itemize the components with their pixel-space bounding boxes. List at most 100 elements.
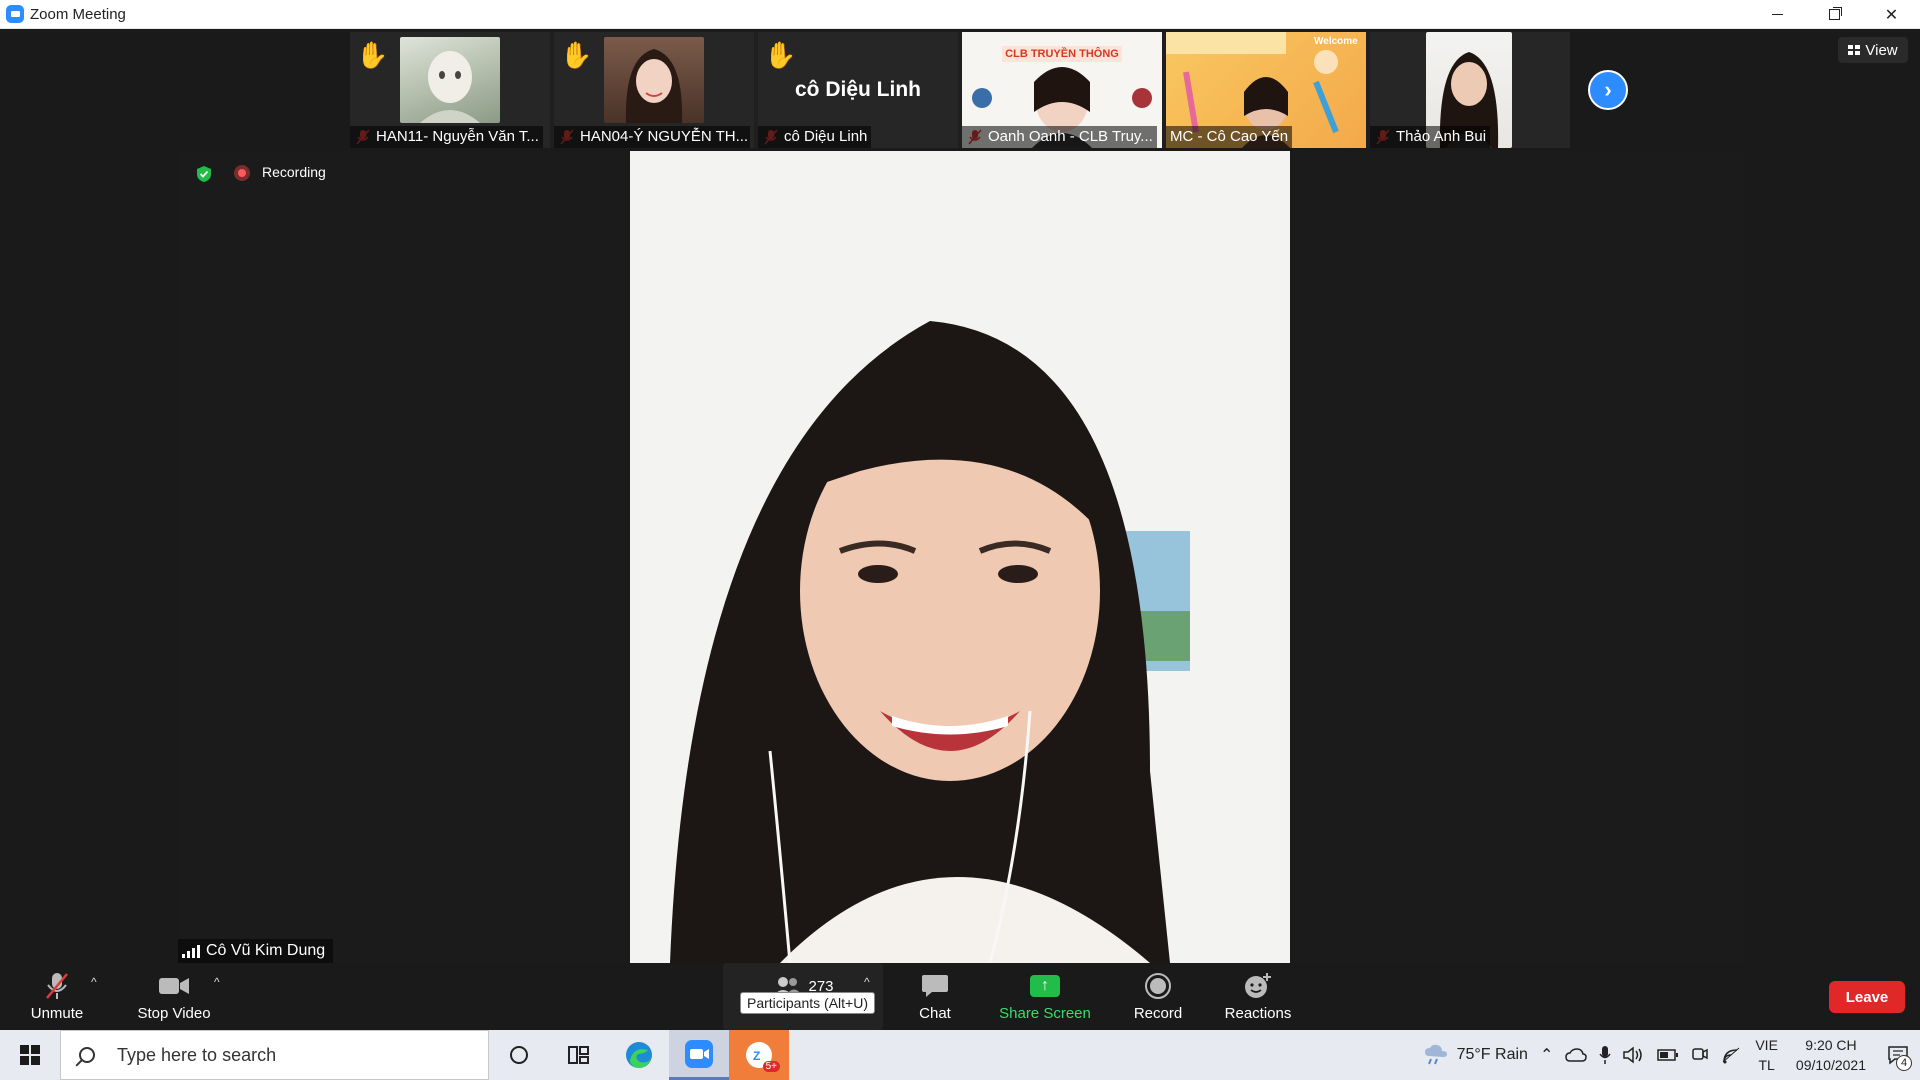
cortana-button[interactable]: [489, 1030, 549, 1080]
participant-name: MC - Cô Cao Yến: [1166, 126, 1293, 148]
meet-now-icon: [1692, 1048, 1709, 1060]
minimize-icon: [1772, 14, 1783, 15]
record-button[interactable]: Record: [1123, 963, 1193, 1030]
participant-thumbnail[interactable]: ✋ HAN04-Ý NGUYỄN TH...: [554, 32, 754, 148]
search-input[interactable]: [117, 1044, 437, 1066]
action-center-button[interactable]: 4: [1876, 1030, 1920, 1080]
participant-display-name: cô Diệu Linh: [795, 78, 921, 101]
language-layout: TL: [1758, 1057, 1775, 1073]
security-shield-icon: [197, 166, 211, 182]
onedrive-button[interactable]: [1559, 1030, 1593, 1080]
cloud-icon: [1565, 1048, 1588, 1062]
unmute-label: Unmute: [30, 1005, 84, 1022]
device-button[interactable]: [1685, 1030, 1715, 1080]
zoom-app-icon: [6, 5, 24, 23]
battery-button[interactable]: [1651, 1030, 1685, 1080]
raised-hand-icon: ✋: [356, 40, 389, 70]
speaker-portrait: [630, 151, 1290, 963]
rain-cloud-icon: [1424, 1044, 1447, 1065]
speaker-name: Cô Vũ Kim Dung: [206, 942, 326, 959]
speaker-video: [630, 151, 1290, 963]
network-button[interactable]: [1715, 1030, 1747, 1080]
unmute-button[interactable]: Unmute: [22, 963, 92, 1030]
view-button[interactable]: View: [1838, 37, 1908, 63]
active-speaker-panel: Recording Cô Vũ Kim Dung: [178, 151, 1744, 963]
video-options-caret[interactable]: ^: [214, 975, 220, 989]
start-button[interactable]: [0, 1030, 60, 1080]
chat-button[interactable]: Chat: [905, 963, 965, 1030]
banner-text: Welcome: [1314, 36, 1358, 47]
zalo-icon: Z 5+: [744, 1040, 780, 1072]
view-label: View: [1865, 41, 1898, 59]
weather-widget[interactable]: 75°F Rain: [1417, 1030, 1534, 1080]
chat-bubble-icon: [921, 971, 949, 1001]
system-tray: 75°F Rain ⌃ VIE TL 9:20 CH 09/10/2021 4: [1417, 1030, 1920, 1080]
restore-button[interactable]: [1806, 0, 1863, 29]
leave-button[interactable]: Leave: [1829, 981, 1905, 1013]
reactions-label: Reactions: [1224, 1005, 1292, 1022]
window-controls: ✕: [1749, 0, 1920, 29]
taskbar-edge[interactable]: [609, 1030, 669, 1080]
input-language-button[interactable]: VIE TL: [1747, 1035, 1786, 1075]
participants-options-caret[interactable]: ^: [864, 975, 870, 989]
notification-badge: 5+: [762, 1061, 780, 1072]
participant-thumbnail[interactable]: Welcome MC - Cô Cao Yến: [1166, 32, 1366, 148]
svg-text:Z: Z: [753, 1049, 760, 1063]
chevron-right-icon: ›: [1604, 77, 1612, 102]
windows-taskbar: Z 5+ 75°F Rain ⌃: [0, 1030, 1920, 1080]
thumbnail-strip: ✋ HAN11- Nguyễn Văn T... ✋ HAN04-Ý NGUYỄ…: [350, 32, 1570, 148]
taskbar-zoom[interactable]: [669, 1030, 729, 1080]
restore-icon: [1829, 9, 1840, 20]
speaker-name-tag: Cô Vũ Kim Dung: [178, 939, 334, 963]
participants-tooltip: Participants (Alt+U): [740, 992, 875, 1014]
participant-name: cô Diệu Linh: [758, 126, 872, 148]
close-button[interactable]: ✕: [1863, 0, 1920, 29]
battery-icon: [1657, 1049, 1679, 1061]
edge-browser-icon: [626, 1042, 652, 1068]
raised-hand-icon: ✋: [764, 40, 797, 70]
video-camera-icon: [158, 971, 190, 1001]
share-screen-button[interactable]: ↑ Share Screen: [995, 963, 1095, 1030]
share-screen-label: Share Screen: [999, 1005, 1091, 1022]
next-page-button[interactable]: ›: [1588, 70, 1628, 110]
taskbar-search[interactable]: [60, 1030, 489, 1080]
participant-name: Oanh Oanh - CLB Truy...: [962, 126, 1157, 148]
clock[interactable]: 9:20 CH 09/10/2021: [1786, 1035, 1876, 1075]
record-label: Record: [1133, 1005, 1183, 1022]
title-bar: Zoom Meeting ✕: [0, 0, 1920, 29]
taskbar-zalo[interactable]: Z 5+: [729, 1030, 789, 1080]
muted-mic-icon: [44, 971, 70, 1001]
weather-text: 75°F Rain: [1456, 1046, 1528, 1063]
participant-thumbnail[interactable]: ✋ HAN11- Nguyễn Văn T...: [350, 32, 550, 148]
banner-text: CLB TRUYỀN THÔNG: [1005, 48, 1119, 60]
show-hidden-icons-button[interactable]: ⌃: [1534, 1030, 1559, 1080]
microphone-icon: [1599, 1046, 1611, 1064]
meeting-toolbar: Unmute ^ Stop Video ^ 273 ^ Participants…: [0, 963, 1920, 1030]
zoom-window: Zoom Meeting ✕ ✋ HAN11- Nguyễn Văn T... …: [0, 0, 1920, 1080]
minimize-button[interactable]: [1749, 0, 1806, 29]
stop-video-button[interactable]: Stop Video: [134, 963, 214, 1030]
microphone-tray-button[interactable]: [1593, 1030, 1617, 1080]
chevron-up-icon: ⌃: [1539, 1047, 1554, 1064]
share-screen-icon: ↑: [1030, 971, 1060, 1001]
signal-strength-icon: [182, 944, 200, 958]
task-view-button[interactable]: [549, 1030, 609, 1080]
smiley-plus-icon: [1243, 971, 1273, 1001]
wifi-icon: [1723, 1047, 1740, 1064]
volume-button[interactable]: [1617, 1030, 1651, 1080]
windows-logo-icon: [20, 1045, 40, 1065]
speaker-volume-icon: [1623, 1046, 1643, 1064]
participant-avatar: [604, 37, 704, 123]
reactions-button[interactable]: Reactions: [1218, 963, 1298, 1030]
record-icon: [1144, 971, 1172, 1001]
cortana-icon: [510, 1046, 528, 1064]
audio-options-caret[interactable]: ^: [91, 975, 97, 989]
participant-thumbnail[interactable]: ✋ cô Diệu Linh cô Diệu Linh: [758, 32, 958, 148]
participant-name: Thảo Anh Bui: [1370, 126, 1491, 148]
close-icon: ✕: [1884, 6, 1899, 24]
recording-icon: [234, 165, 250, 181]
participant-thumbnail[interactable]: CLB TRUYỀN THÔNG Oanh Oanh - CLB Truy...: [962, 32, 1162, 148]
participant-thumbnail[interactable]: Thảo Anh Bui: [1370, 32, 1570, 148]
participant-avatar: [400, 37, 500, 123]
notification-count: 4: [1896, 1055, 1912, 1071]
